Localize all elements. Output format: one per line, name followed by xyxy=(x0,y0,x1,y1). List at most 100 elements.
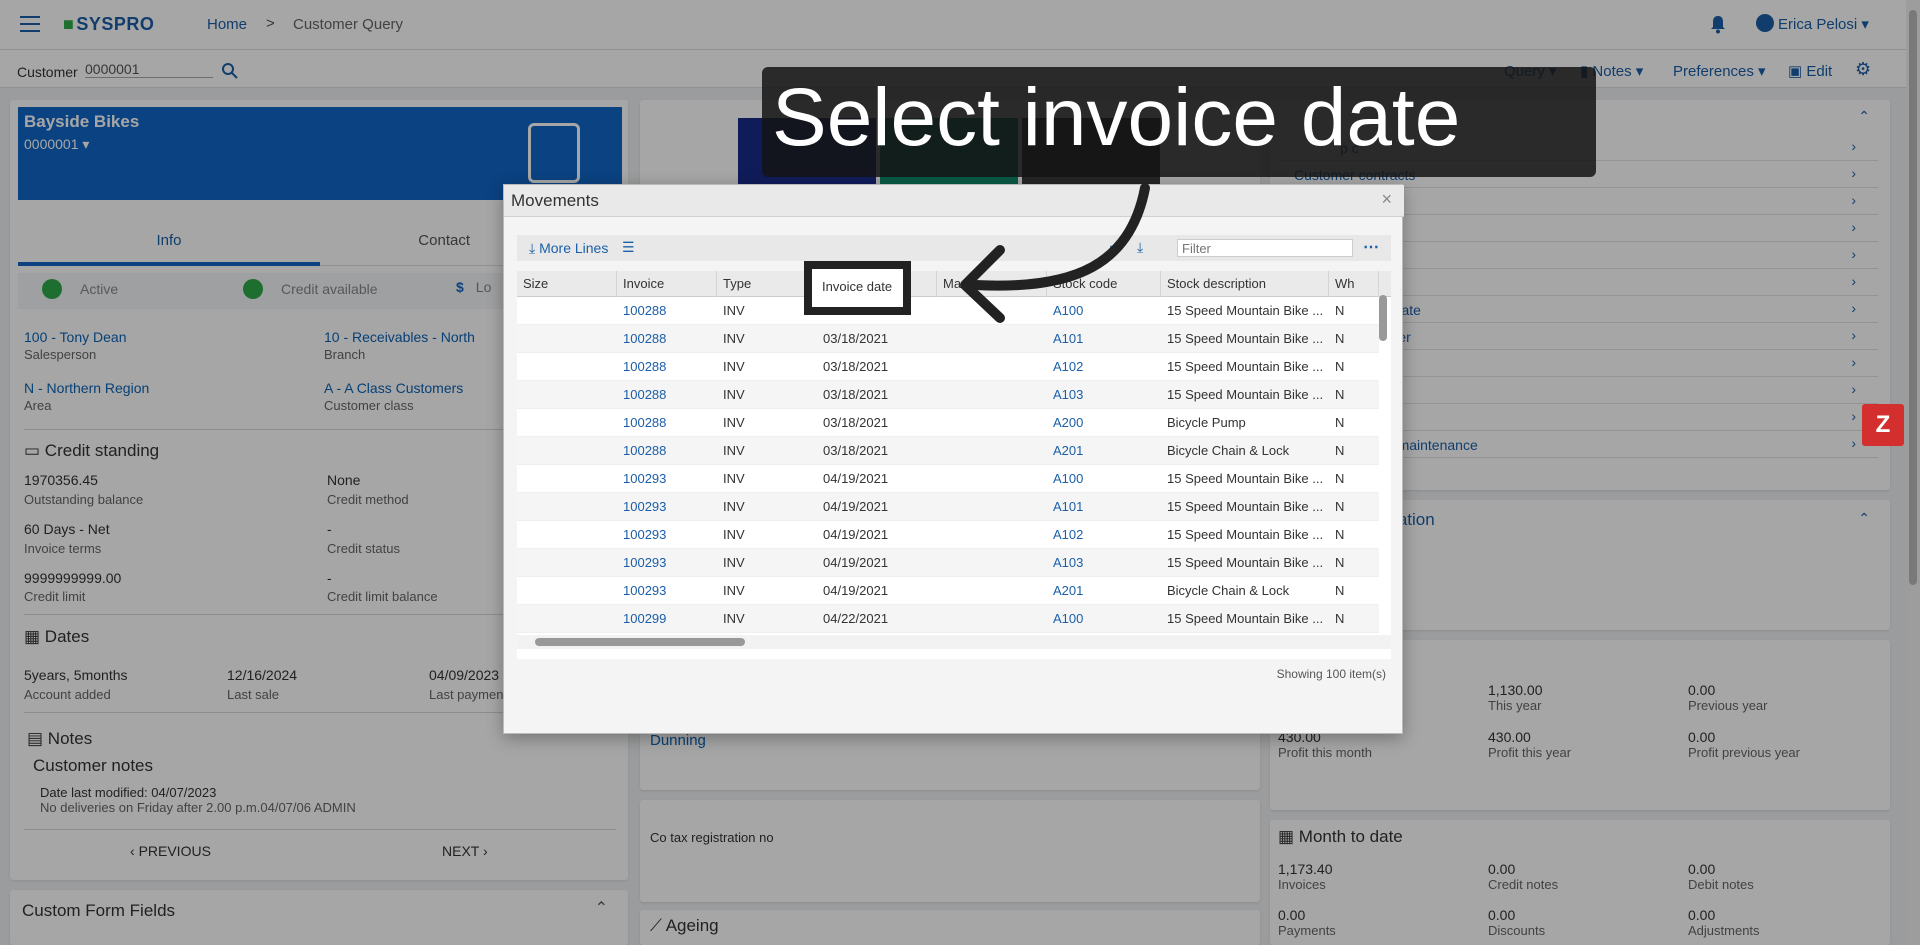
cell-size xyxy=(517,465,617,493)
column-header-wh[interactable]: Wh xyxy=(1329,271,1379,297)
cell-type: INV xyxy=(723,331,745,346)
table-row[interactable]: 100293 INV 04/19/2021 A201 Bicycle Chain & L… xyxy=(517,577,1379,605)
cell-invoice-date: 04/19/2021 xyxy=(823,499,889,514)
table-row[interactable]: 100293 INV 04/19/2021 A101 15 Speed Mountain… xyxy=(517,493,1379,521)
column-header-type[interactable]: Type xyxy=(717,271,817,297)
cell-ma xyxy=(937,353,1047,381)
cell-invoice[interactable]: 100293 xyxy=(617,549,717,577)
column-header-invoice[interactable]: Invoice xyxy=(617,271,717,297)
movements-grid: Size Invoice Type Invoice date Ma Stock … xyxy=(517,271,1391,659)
cell-invoice[interactable]: 100288 xyxy=(617,381,717,409)
cell-size xyxy=(517,297,617,325)
grid-toolbar: ⤓ More Lines ☰ ▭ ⤓ ⋯ xyxy=(517,235,1391,261)
cell-ma xyxy=(937,493,1047,521)
cell-size xyxy=(517,381,617,409)
cell-type: INV xyxy=(723,471,745,486)
cell-stock-code[interactable]: A103 xyxy=(1047,381,1161,409)
cell-stock-code[interactable]: A201 xyxy=(1047,577,1161,605)
cell-wh: N xyxy=(1335,303,1345,318)
cell-invoice[interactable]: 100293 xyxy=(617,521,717,549)
cell-size xyxy=(517,437,617,465)
cell-stock-description: 15 Speed Mountain Bike ... xyxy=(1167,611,1324,626)
table-row[interactable]: 100293 INV 04/19/2021 A102 15 Speed Mountain… xyxy=(517,521,1379,549)
cell-invoice[interactable]: 100293 xyxy=(617,465,717,493)
list-options-icon[interactable]: ☰ xyxy=(622,239,635,256)
cell-stock-code[interactable]: A103 xyxy=(1047,549,1161,577)
table-row[interactable]: 100288 INV A100 15 Speed Mountain Bike ... N xyxy=(517,297,1379,325)
cell-size xyxy=(517,521,617,549)
cell-stock-description: 15 Speed Mountain Bike ... xyxy=(1167,555,1324,570)
cell-size xyxy=(517,549,617,577)
close-icon[interactable]: × xyxy=(1381,189,1392,210)
cell-wh: N xyxy=(1335,443,1345,458)
grid-horizontal-scrollbar[interactable] xyxy=(517,635,1391,649)
table-row[interactable]: 100288 INV 03/18/2021 A200 Bicycle Pump N xyxy=(517,409,1379,437)
more-options-icon[interactable]: ⋯ xyxy=(1363,237,1379,257)
cell-invoice[interactable]: 100288 xyxy=(617,353,717,381)
cell-invoice[interactable]: 100288 xyxy=(617,325,717,353)
cell-wh: N xyxy=(1335,499,1345,514)
cell-wh: N xyxy=(1335,471,1345,486)
cell-ma xyxy=(937,409,1047,437)
table-row[interactable]: 100288 INV 03/18/2021 A103 15 Speed Mountain… xyxy=(517,381,1379,409)
cell-invoice[interactable]: 100288 xyxy=(617,409,717,437)
cell-ma xyxy=(937,381,1047,409)
cell-stock-code[interactable]: A201 xyxy=(1047,437,1161,465)
table-row[interactable]: 100288 INV 03/18/2021 A201 Bicycle Chain & L… xyxy=(517,437,1379,465)
filter-input[interactable] xyxy=(1177,239,1353,257)
table-row[interactable]: 100288 INV 03/18/2021 A102 15 Speed Mountain… xyxy=(517,353,1379,381)
cell-invoice[interactable]: 100288 xyxy=(617,297,717,325)
invoice-date-highlight[interactable]: Invoice date xyxy=(804,261,911,315)
more-lines-button[interactable]: ⤓ More Lines xyxy=(529,240,608,257)
table-row[interactable]: 100288 INV 03/18/2021 A101 15 Speed Mountain… xyxy=(517,325,1379,353)
cell-invoice-date: 03/18/2021 xyxy=(823,331,889,346)
cell-size xyxy=(517,493,617,521)
grid-header: Size Invoice Type Invoice date Ma Stock … xyxy=(517,271,1391,297)
cell-type: INV xyxy=(723,387,745,402)
cell-invoice-date: 03/18/2021 xyxy=(823,415,889,430)
cell-stock-code[interactable]: A102 xyxy=(1047,353,1161,381)
cell-type: INV xyxy=(723,499,745,514)
cell-type: INV xyxy=(723,555,745,570)
cell-stock-code[interactable]: A100 xyxy=(1047,605,1161,633)
column-header-stock-description[interactable]: Stock description xyxy=(1161,271,1329,297)
cell-invoice-date: 03/18/2021 xyxy=(823,359,889,374)
cell-invoice-date: 04/19/2021 xyxy=(823,471,889,486)
grid-vertical-scrollbar[interactable] xyxy=(1379,295,1387,341)
cell-type: INV xyxy=(723,443,745,458)
table-row[interactable]: 100293 INV 04/19/2021 A103 15 Speed Mountain… xyxy=(517,549,1379,577)
cell-type: INV xyxy=(723,415,745,430)
cell-ma xyxy=(937,549,1047,577)
cell-stock-code[interactable]: A200 xyxy=(1047,409,1161,437)
cell-type: INV xyxy=(723,527,745,542)
cell-stock-description: 15 Speed Mountain Bike ... xyxy=(1167,387,1324,402)
cell-invoice[interactable]: 100293 xyxy=(617,493,717,521)
cell-ma xyxy=(937,437,1047,465)
zoom-tool-icon[interactable]: Z xyxy=(1862,404,1904,446)
instruction-text: Select invoice date xyxy=(772,72,1461,163)
cell-invoice-date: 03/18/2021 xyxy=(823,387,889,402)
cell-stock-code[interactable]: A101 xyxy=(1047,493,1161,521)
cell-stock-description: Bicycle Pump xyxy=(1167,415,1246,430)
column-header-size[interactable]: Size xyxy=(517,271,617,297)
cell-invoice[interactable]: 100293 xyxy=(617,577,717,605)
cell-type: INV xyxy=(723,303,745,318)
cell-invoice-date: 04/19/2021 xyxy=(823,555,889,570)
cell-ma xyxy=(937,465,1047,493)
cell-invoice-date: 03/18/2021 xyxy=(823,443,889,458)
cell-size xyxy=(517,409,617,437)
cell-wh: N xyxy=(1335,359,1345,374)
cell-wh: N xyxy=(1335,387,1345,402)
table-row[interactable]: 100299 INV 04/22/2021 A100 15 Speed Mountain… xyxy=(517,605,1379,633)
cell-stock-code[interactable]: A100 xyxy=(1047,465,1161,493)
cell-type: INV xyxy=(723,359,745,374)
cell-invoice[interactable]: 100288 xyxy=(617,437,717,465)
modal-title: Movements xyxy=(511,191,599,210)
cell-wh: N xyxy=(1335,527,1345,542)
instruction-callout: Select invoice date xyxy=(762,67,1596,177)
cell-stock-description: 15 Speed Mountain Bike ... xyxy=(1167,359,1324,374)
cell-stock-code[interactable]: A102 xyxy=(1047,521,1161,549)
cell-invoice[interactable]: 100299 xyxy=(617,605,717,633)
cell-size xyxy=(517,605,617,633)
table-row[interactable]: 100293 INV 04/19/2021 A100 15 Speed Mountain… xyxy=(517,465,1379,493)
